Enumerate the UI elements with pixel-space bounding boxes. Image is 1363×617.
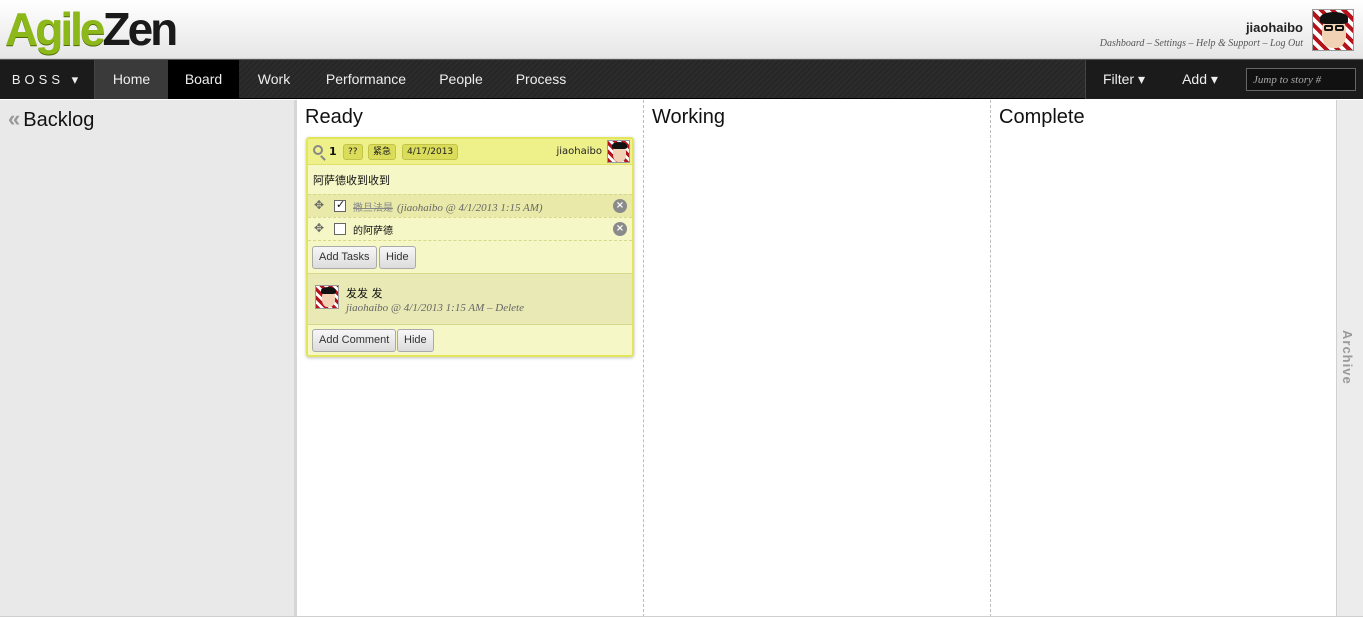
jump-to-story-input[interactable] <box>1246 68 1356 91</box>
logout-link[interactable]: Log Out <box>1270 38 1303 49</box>
column-complete: Complete <box>991 100 1336 617</box>
avatar-hair <box>1320 12 1348 24</box>
task-actions: Add Tasks Hide <box>308 240 632 273</box>
comment-text: 发发 发 <box>346 287 383 300</box>
user-box: jiaohaibo Dashboard – Settings – Help & … <box>1100 20 1303 49</box>
task-text: 的阿萨德 <box>353 226 393 237</box>
comment-author-time: jiaohaibo @ 4/1/2013 1:15 AM <box>346 302 485 314</box>
remove-icon[interactable]: × <box>613 222 627 236</box>
hide-tasks-button[interactable]: Hide <box>379 246 416 269</box>
story-tag[interactable]: ?? <box>343 144 363 160</box>
link-separator: – <box>1186 38 1197 49</box>
nav-board[interactable]: Board <box>168 60 239 99</box>
task-text: 撒旦法是 <box>353 203 393 214</box>
task-meta: (jiaohaibo @ 4/1/2013 1:15 AM) <box>397 202 543 214</box>
dashboard-link[interactable]: Dashboard <box>1100 38 1145 49</box>
logo-zen: Zen <box>102 3 178 55</box>
comment-separator: – <box>484 302 496 314</box>
task-row: ✥ 的阿萨德 × <box>308 217 632 240</box>
link-separator: – <box>1259 38 1270 49</box>
hide-comments-button[interactable]: Hide <box>397 329 434 352</box>
link-separator: – <box>1144 38 1155 49</box>
nav-work[interactable]: Work <box>239 60 309 99</box>
column-working: Working <box>644 100 991 617</box>
move-icon[interactable]: ✥ <box>314 222 325 234</box>
story-card-header: 1 ?? 紧急 4/17/2013 jiaohaibo <box>308 139 632 165</box>
double-chevron-left-icon[interactable]: « <box>8 106 20 131</box>
backlog-title: Backlog <box>23 109 95 131</box>
avatar-glasses-left <box>1324 25 1333 31</box>
delete-comment-link[interactable]: Delete <box>495 302 524 314</box>
add-comment-button[interactable]: Add Comment <box>312 329 397 352</box>
comment-meta: jiaohaibo @ 4/1/2013 1:15 AM – Delete <box>346 302 524 314</box>
user-avatar[interactable] <box>1312 9 1354 51</box>
column-title-complete: Complete <box>999 106 1085 128</box>
story-owner[interactable]: jiaohaibo <box>556 146 602 157</box>
main-nav: BOSS ▾ Home Board Work Performance Peopl… <box>0 59 1363 99</box>
app-header: AgileZen jiaohaibo Dashboard – Settings … <box>0 0 1363 59</box>
magnifier-icon[interactable] <box>313 145 323 155</box>
backlog-header[interactable]: «Backlog <box>8 106 94 132</box>
nav-people[interactable]: People <box>423 60 499 99</box>
logo-agile: Agile <box>5 3 105 55</box>
agilezen-logo[interactable]: AgileZen <box>5 3 178 55</box>
story-number[interactable]: 1 <box>329 145 337 158</box>
task-checkbox[interactable] <box>334 223 346 235</box>
story-deadline-tag[interactable]: 4/17/2013 <box>402 144 459 160</box>
archive-panel[interactable]: Archive <box>1336 100 1363 617</box>
filter-menu[interactable]: Filter ▾ <box>1086 60 1162 99</box>
story-card[interactable]: 1 ?? 紧急 4/17/2013 jiaohaibo 阿萨德收到收到 ✥ 撒旦… <box>306 137 634 357</box>
comment-avatar <box>315 285 339 309</box>
avatar-hair <box>321 287 336 294</box>
story-tag[interactable]: 紧急 <box>368 144 397 160</box>
move-icon[interactable]: ✥ <box>314 199 325 211</box>
settings-link[interactable]: Settings <box>1154 38 1186 49</box>
comment: 发发 发 jiaohaibo @ 4/1/2013 1:15 AM – Dele… <box>308 273 632 325</box>
project-selector[interactable]: BOSS ▾ <box>0 60 95 99</box>
backlog-column[interactable]: «Backlog <box>0 100 297 617</box>
nav-performance[interactable]: Performance <box>309 60 423 99</box>
nav-process[interactable]: Process <box>499 60 583 99</box>
nav-home[interactable]: Home <box>95 60 168 99</box>
story-text: 阿萨德收到收到 <box>313 174 390 187</box>
help-support-link[interactable]: Help & Support <box>1196 38 1260 49</box>
add-tasks-button[interactable]: Add Tasks <box>312 246 377 269</box>
task-label: 撒旦法是 (jiaohaibo @ 4/1/2013 1:15 AM) <box>353 199 543 214</box>
column-title-ready: Ready <box>305 106 363 128</box>
column-title-working: Working <box>652 106 725 128</box>
avatar-glasses-right <box>1335 25 1344 31</box>
avatar-hair <box>612 142 627 149</box>
task-checkbox[interactable] <box>334 198 346 212</box>
story-owner-avatar <box>607 140 630 163</box>
task-row: ✥ 撒旦法是 (jiaohaibo @ 4/1/2013 1:15 AM) × <box>308 194 632 217</box>
archive-label: Archive <box>1340 330 1355 385</box>
add-menu[interactable]: Add ▾ <box>1162 60 1238 99</box>
user-links: Dashboard – Settings – Help & Support – … <box>1100 38 1303 49</box>
remove-icon[interactable]: × <box>613 199 627 213</box>
username: jiaohaibo <box>1245 20 1303 35</box>
